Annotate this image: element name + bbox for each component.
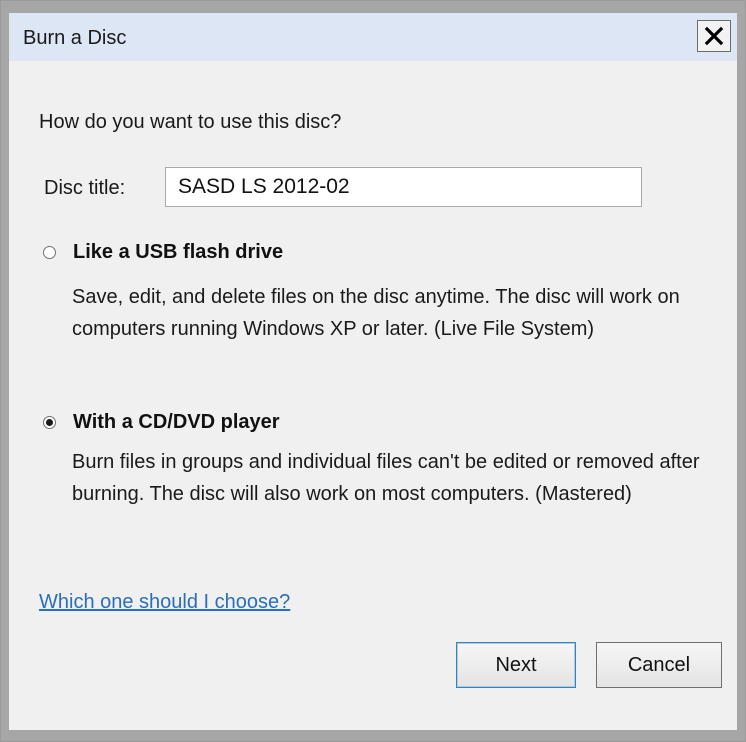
- question-text: How do you want to use this disc?: [39, 111, 342, 133]
- help-link[interactable]: Which one should I choose?: [39, 591, 290, 614]
- option-cd-label[interactable]: With a CD/DVD player: [73, 411, 280, 434]
- dialog-content: How do you want to use this disc? Disc t…: [9, 61, 737, 730]
- disc-title-label: Disc title:: [44, 177, 126, 199]
- title-bar: Burn a Disc: [9, 13, 737, 61]
- option-usb-label[interactable]: Like a USB flash drive: [73, 241, 283, 264]
- window-title: Burn a Disc: [23, 27, 127, 49]
- cancel-button[interactable]: Cancel: [596, 642, 722, 688]
- radio-cd-dvd-player[interactable]: [43, 416, 56, 429]
- option-cd-description: Burn files in groups and individual file…: [72, 451, 700, 505]
- option-usb-description: Save, edit, and delete files on the disc…: [72, 286, 680, 340]
- disc-title-input[interactable]: [165, 167, 642, 207]
- radio-usb-flash-drive[interactable]: [43, 246, 56, 259]
- close-button[interactable]: [697, 20, 731, 52]
- next-button[interactable]: Next: [456, 642, 576, 688]
- burn-disc-dialog: Burn a Disc How do you want to use this …: [0, 0, 746, 742]
- close-icon: [704, 26, 724, 46]
